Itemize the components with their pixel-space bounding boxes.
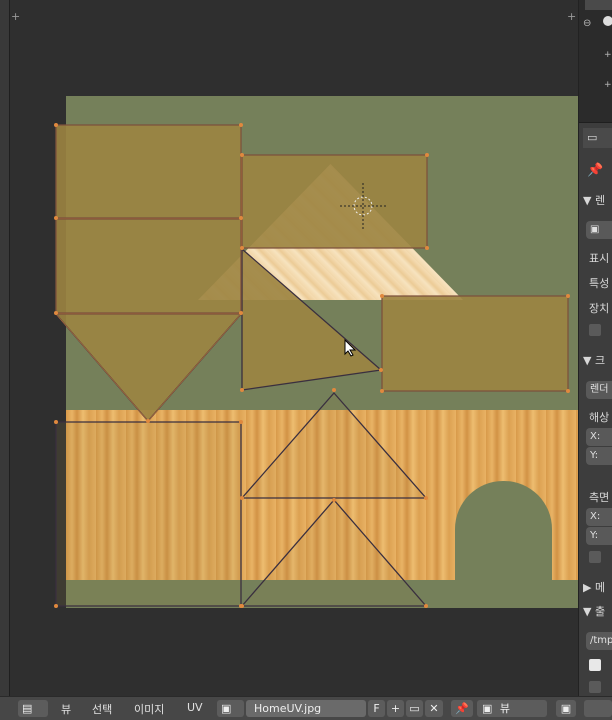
uv-face	[54, 313, 243, 422]
uv-face	[55, 421, 242, 607]
checkbox-checked[interactable]	[589, 659, 601, 671]
checkbox[interactable]	[589, 681, 601, 693]
resolution-label: 해상	[589, 411, 610, 424]
pin-icon[interactable]: 📌	[587, 163, 603, 178]
output-panel-header[interactable]: ▼ 출	[583, 603, 605, 619]
open-image-icon[interactable]: ▭	[406, 700, 423, 717]
view-mode-label: 뷰	[499, 702, 511, 715]
menu-uv[interactable]: UV	[187, 701, 203, 714]
right-sidebar: ⊖ + + ▭ 📌 ▼ 렌 ▣ 표시 특성 장치 ▼ 크 렌더 해상 X: Y:…	[578, 0, 612, 696]
object-icon[interactable]	[603, 16, 612, 26]
fake-user-button[interactable]: F	[368, 700, 385, 717]
tree-plus-icon[interactable]: +	[604, 50, 612, 60]
browse-image-button[interactable]: ▣	[217, 700, 244, 717]
image-name-field[interactable]: HomeUV.jpg	[246, 700, 366, 717]
uv-face	[55, 218, 242, 314]
image-editor-header: ▤ 뷰 선택 이미지 UV ▣ HomeUV.jpg F + ▭ ✕ 📌 ▣ 뷰…	[0, 696, 612, 720]
render-button[interactable]: ▣	[586, 221, 612, 239]
left-area-strip	[0, 0, 10, 696]
dimensions-panel-header[interactable]: ▼ 크	[583, 352, 605, 368]
render-preset-field[interactable]: 렌더	[586, 381, 612, 399]
uv-face	[241, 247, 383, 391]
uv-face	[240, 499, 428, 607]
menu-select[interactable]: 선택	[92, 701, 112, 717]
collapse-icon[interactable]: ⊖	[583, 18, 591, 29]
outliner-panel[interactable]: ⊖ + +	[579, 0, 612, 123]
image-editor-icon: ▤	[22, 702, 33, 715]
image-icon: ▣	[221, 702, 232, 715]
outliner-header	[585, 0, 612, 10]
new-image-icon[interactable]: +	[387, 700, 404, 717]
properties-footer-button[interactable]	[584, 700, 612, 717]
unlink-icon[interactable]: ✕	[425, 700, 443, 717]
render-slot-icon[interactable]: ▣	[556, 700, 576, 717]
view-icon: ▣	[482, 702, 493, 715]
output-path-field[interactable]: /tmp	[586, 632, 612, 650]
mouse-pointer-icon	[344, 339, 357, 357]
uv-image-editor[interactable]: + +	[10, 0, 578, 696]
render-icon: ▣	[590, 224, 600, 235]
menu-image[interactable]: 이미지	[134, 701, 164, 717]
aspect-label: 측면	[589, 491, 610, 504]
view-mode-dropdown[interactable]: ▣ 뷰	[477, 700, 547, 717]
tree-plus-icon[interactable]: +	[604, 80, 612, 90]
aspect-y-field[interactable]: Y:	[586, 527, 612, 545]
uv-face	[55, 124, 242, 219]
checkbox[interactable]	[589, 551, 601, 563]
menu-view[interactable]: 뷰	[61, 701, 71, 717]
device-label: 장치	[589, 302, 610, 315]
camera-icon[interactable]: ▭	[587, 131, 597, 144]
render-panel-header[interactable]: ▼ 렌	[583, 192, 605, 208]
metadata-panel-header[interactable]: ▶ 메	[583, 579, 605, 595]
pin-image-icon[interactable]: 📌	[451, 700, 473, 717]
resolution-y-field[interactable]: Y:	[586, 447, 612, 465]
properties-tabs[interactable]: ▭	[583, 128, 612, 148]
feature-label: 특성	[589, 277, 610, 290]
resolution-x-field[interactable]: X:	[586, 428, 612, 446]
uv-mesh-overlay[interactable]	[10, 0, 578, 696]
checkbox[interactable]	[589, 324, 601, 336]
display-label: 표시	[589, 252, 610, 265]
uv-face	[241, 154, 428, 249]
uv-face	[381, 295, 569, 392]
aspect-x-field[interactable]: X:	[586, 508, 612, 526]
uv-face	[240, 392, 428, 499]
editor-type-button[interactable]: ▤	[18, 700, 48, 717]
